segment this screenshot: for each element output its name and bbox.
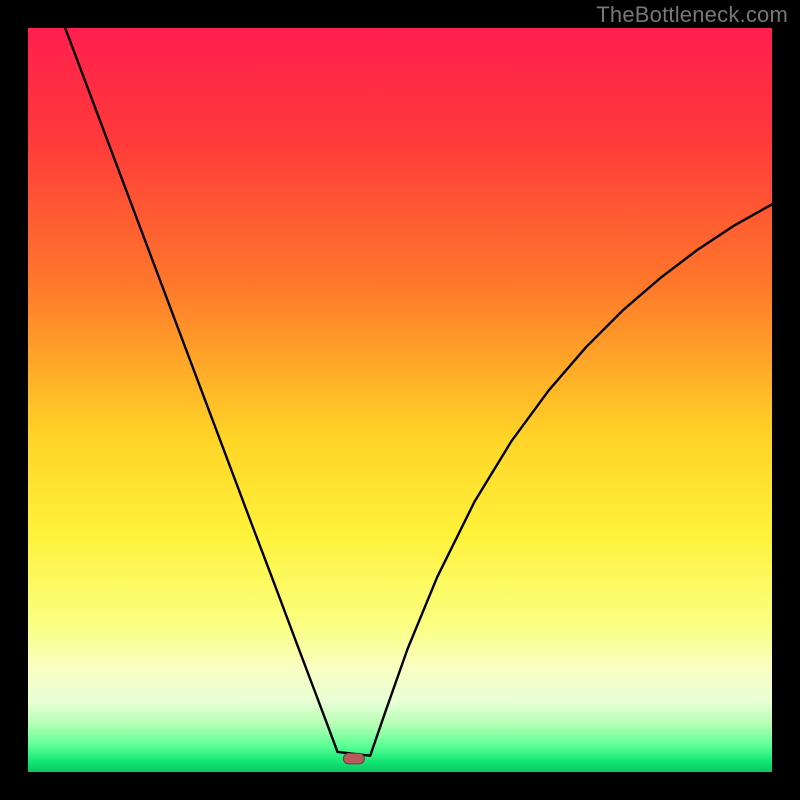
outer-frame: TheBottleneck.com	[0, 0, 800, 800]
minimum-marker	[343, 753, 364, 763]
watermark-text: TheBottleneck.com	[596, 2, 788, 28]
chart-plot	[28, 28, 772, 772]
gradient-background	[28, 28, 772, 772]
